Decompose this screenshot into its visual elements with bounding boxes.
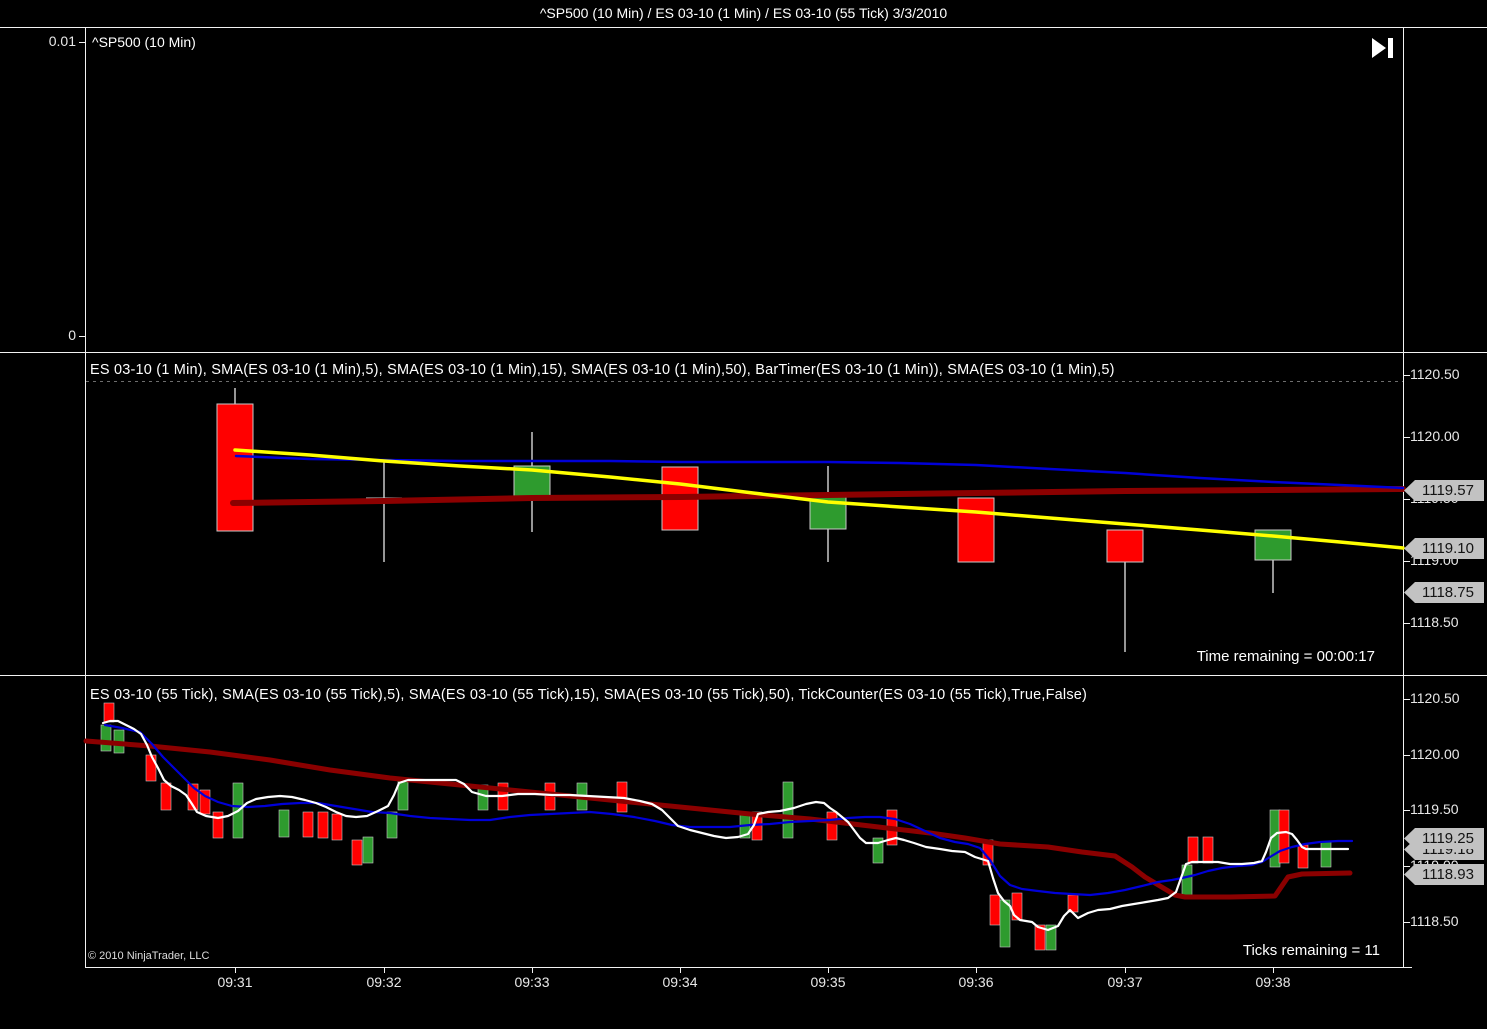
tick-candle [302, 811, 314, 838]
tick-candle [1278, 809, 1290, 864]
tick-candle [145, 754, 157, 782]
tick-candle [989, 894, 1001, 926]
sma-line-sma15 [234, 454, 1405, 490]
candle [957, 497, 995, 563]
skip-to-end-icon[interactable] [1366, 34, 1398, 62]
candle [216, 403, 254, 532]
tick-candle [1202, 836, 1214, 864]
tick-candle [331, 813, 343, 841]
sma-line-sma5 [101, 719, 1350, 932]
candle [1106, 529, 1144, 563]
tick-candle [212, 811, 224, 839]
sma-line-sma50 [83, 738, 1353, 900]
tick-counter-status: Ticks remaining = 11 [1242, 942, 1380, 959]
tick-candle [1187, 836, 1199, 864]
mid-panel-indicator-label: ES 03-10 (1 Min), SMA(ES 03-10 (1 Min),5… [90, 362, 1115, 378]
copyright-label: © 2010 NinjaTrader, LLC [88, 950, 210, 962]
top-panel-instrument-label: ^SP500 (10 Min) [92, 34, 196, 50]
tick-candle [999, 899, 1011, 948]
tick-candle [317, 811, 329, 839]
tick-candle [826, 811, 838, 841]
chart-canvas[interactable] [0, 0, 1487, 1029]
tick-candle [278, 809, 290, 838]
ninjatrader-chart-window: ^SP500 (10 Min) / ES 03-10 (1 Min) / ES … [0, 0, 1487, 1029]
bottom-panel-indicator-label: ES 03-10 (55 Tick), SMA(ES 03-10 (55 Tic… [90, 687, 1088, 703]
tick-candle [351, 839, 363, 866]
tick-candle [362, 836, 374, 864]
tick-candle [1320, 841, 1332, 868]
tick-candle [100, 724, 112, 752]
window-title: ^SP500 (10 Min) / ES 03-10 (1 Min) / ES … [539, 5, 948, 21]
tick-candle [160, 782, 172, 811]
bar-timer-status: Time remaining = 00:00:17 [1196, 648, 1375, 665]
tick-candle [103, 702, 115, 723]
tick-candle [386, 811, 398, 839]
